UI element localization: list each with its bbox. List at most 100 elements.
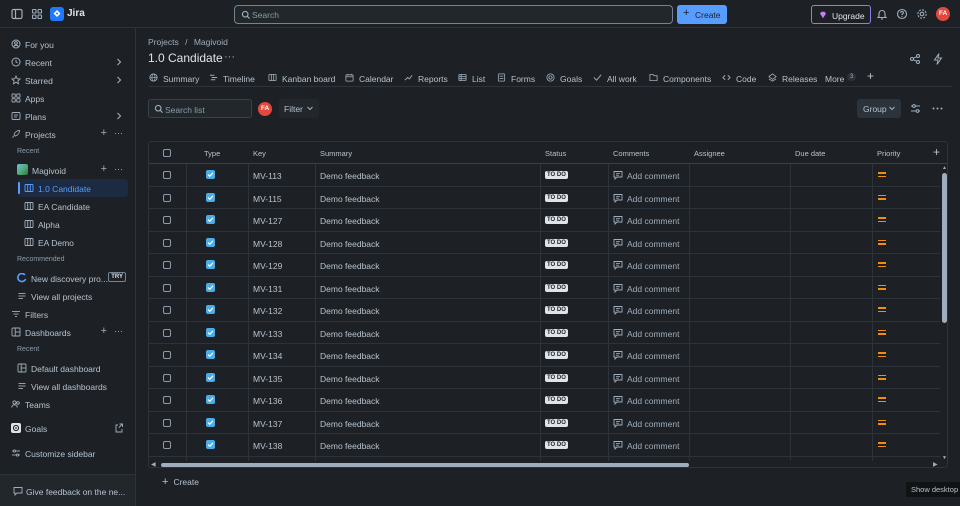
scroll-right-arrow-icon[interactable]: ▶: [933, 461, 938, 467]
issue-key[interactable]: MV-115: [253, 194, 282, 204]
chevron-right-icon[interactable]: [115, 111, 123, 121]
sidebar-item-plans[interactable]: Plans: [0, 107, 135, 125]
sidebar-item-dashboards[interactable]: Dashboards + ···: [0, 323, 135, 341]
column-header-type[interactable]: Type: [204, 149, 220, 158]
status-badge[interactable]: TO DO: [545, 216, 568, 224]
priority-medium-icon[interactable]: [878, 284, 886, 291]
priority-medium-icon[interactable]: [878, 194, 886, 201]
status-badge[interactable]: TO DO: [545, 441, 568, 449]
task-type-icon[interactable]: [206, 350, 215, 359]
issue-summary[interactable]: Demo feedback: [320, 419, 380, 429]
task-type-icon[interactable]: [206, 237, 215, 247]
view-settings-icon[interactable]: [906, 99, 925, 118]
issue-key[interactable]: MV-131: [253, 284, 282, 294]
sidebar-item-filters[interactable]: Filters: [0, 305, 135, 323]
issue-key[interactable]: MV-127: [253, 216, 282, 226]
assignee-filter-avatar[interactable]: FA: [258, 102, 272, 116]
add-comment-button[interactable]: Add comment: [613, 259, 693, 271]
issue-key[interactable]: MV-113: [253, 171, 282, 181]
add-column-icon[interactable]: +: [933, 145, 940, 159]
task-type-icon[interactable]: [206, 282, 215, 292]
status-badge[interactable]: TO DO: [545, 193, 568, 202]
issue-summary[interactable]: Demo feedback: [320, 261, 380, 271]
issue-summary[interactable]: Demo feedback: [320, 396, 380, 406]
row-checkbox[interactable]: [163, 171, 171, 179]
priority-medium-icon[interactable]: [878, 397, 886, 403]
group-by-button[interactable]: Group: [857, 99, 901, 118]
sidebar-item-recent[interactable]: Recent: [0, 53, 135, 71]
sidebar-item-project-magivoid[interactable]: Magivoid + ···: [0, 161, 135, 179]
issue-key[interactable]: MV-135: [253, 374, 282, 384]
table-row[interactable]: MV-135 Demo feedback TO DO Add comment: [149, 367, 941, 389]
sidebar-item-goals[interactable]: Goals: [0, 419, 135, 437]
sidebar-item-starred[interactable]: Starred: [0, 71, 135, 89]
horizontal-scrollbar-thumb[interactable]: [161, 463, 689, 467]
sidebar-item-default-dashboard[interactable]: Default dashboard: [0, 359, 135, 377]
column-header-priority[interactable]: Priority: [877, 149, 900, 158]
add-comment-button[interactable]: Add comment: [613, 439, 693, 451]
row-checkbox[interactable]: [163, 283, 171, 292]
sidebar-item-board-alpha[interactable]: Alpha: [0, 215, 135, 233]
column-header-key[interactable]: Key: [253, 149, 266, 158]
vertical-scrollbar[interactable]: ▲ ▼: [940, 165, 947, 461]
add-comment-button[interactable]: Add comment: [613, 214, 693, 226]
add-comment-button[interactable]: Add comment: [613, 282, 693, 294]
breadcrumb-magivoid[interactable]: Magivoid: [194, 37, 228, 47]
add-comment-button[interactable]: Add comment: [613, 327, 693, 339]
more-options-icon[interactable]: ···: [114, 128, 123, 138]
notifications-bell-icon[interactable]: [875, 7, 889, 21]
sidebar-item-board-ea-candidate[interactable]: EA Candidate: [0, 197, 135, 215]
status-badge[interactable]: TO DO: [545, 373, 568, 382]
table-row[interactable]: MV-129 Demo feedback TO DO Add comment: [149, 254, 941, 277]
column-header-due-date[interactable]: Due date: [795, 149, 825, 158]
issue-summary[interactable]: Demo feedback: [320, 171, 380, 181]
issue-summary[interactable]: Demo feedback: [320, 216, 380, 226]
add-comment-button[interactable]: Add comment: [613, 237, 693, 249]
row-checkbox[interactable]: [163, 373, 171, 382]
share-icon[interactable]: [908, 52, 922, 66]
table-row[interactable]: MV-133 Demo feedback TO DO Add comment: [149, 322, 941, 344]
row-checkbox[interactable]: [163, 261, 171, 269]
add-dashboard-icon[interactable]: +: [101, 325, 107, 337]
add-project-icon[interactable]: +: [101, 127, 107, 139]
horizontal-scrollbar[interactable]: ◀ ▶: [149, 461, 947, 467]
row-checkbox[interactable]: [163, 441, 171, 449]
chevron-right-icon[interactable]: [115, 57, 123, 67]
create-button[interactable]: + Create: [677, 5, 727, 24]
row-checkbox[interactable]: [163, 418, 171, 427]
issue-key[interactable]: MV-136: [253, 396, 282, 406]
priority-medium-icon[interactable]: [878, 217, 886, 223]
task-type-icon[interactable]: [206, 305, 215, 314]
column-header-summary[interactable]: Summary: [320, 149, 352, 158]
sidebar-item-apps[interactable]: Apps: [0, 89, 135, 107]
priority-medium-icon[interactable]: [878, 352, 886, 358]
row-checkbox[interactable]: [163, 396, 171, 404]
issue-key[interactable]: MV-133: [253, 329, 282, 339]
task-type-icon[interactable]: [206, 215, 215, 224]
more-options-icon[interactable]: ···: [114, 326, 123, 336]
create-issue-button[interactable]: + Create: [162, 476, 199, 488]
issue-key[interactable]: MV-138: [253, 441, 282, 451]
task-type-icon[interactable]: [206, 192, 215, 202]
priority-medium-icon[interactable]: [878, 419, 886, 426]
status-badge[interactable]: TO DO: [545, 351, 568, 359]
table-row[interactable]: MV-113 Demo feedback TO DO Add comment: [149, 164, 941, 187]
issue-summary[interactable]: Demo feedback: [320, 194, 380, 204]
issue-summary[interactable]: Demo feedback: [320, 239, 380, 249]
task-type-icon[interactable]: [206, 170, 215, 179]
row-checkbox[interactable]: [163, 306, 171, 314]
sidebar-item-projects[interactable]: Projects + ···: [0, 125, 135, 143]
priority-medium-icon[interactable]: [878, 262, 886, 268]
issue-key[interactable]: MV-128: [253, 239, 282, 249]
filter-button[interactable]: Filter: [279, 99, 319, 118]
row-checkbox[interactable]: [163, 238, 171, 247]
vertical-scrollbar-thumb[interactable]: [942, 173, 947, 323]
add-comment-button[interactable]: Add comment: [613, 192, 693, 204]
table-row[interactable]: MV-137 Demo feedback TO DO Add comment: [149, 412, 941, 434]
status-badge[interactable]: TO DO: [545, 328, 568, 337]
add-comment-button[interactable]: Add comment: [613, 372, 693, 384]
add-comment-button[interactable]: Add comment: [613, 417, 693, 429]
task-type-icon[interactable]: [206, 395, 215, 404]
table-row[interactable]: MV-136 Demo feedback TO DO Add comment: [149, 389, 941, 412]
breadcrumb-projects[interactable]: Projects: [148, 37, 179, 47]
